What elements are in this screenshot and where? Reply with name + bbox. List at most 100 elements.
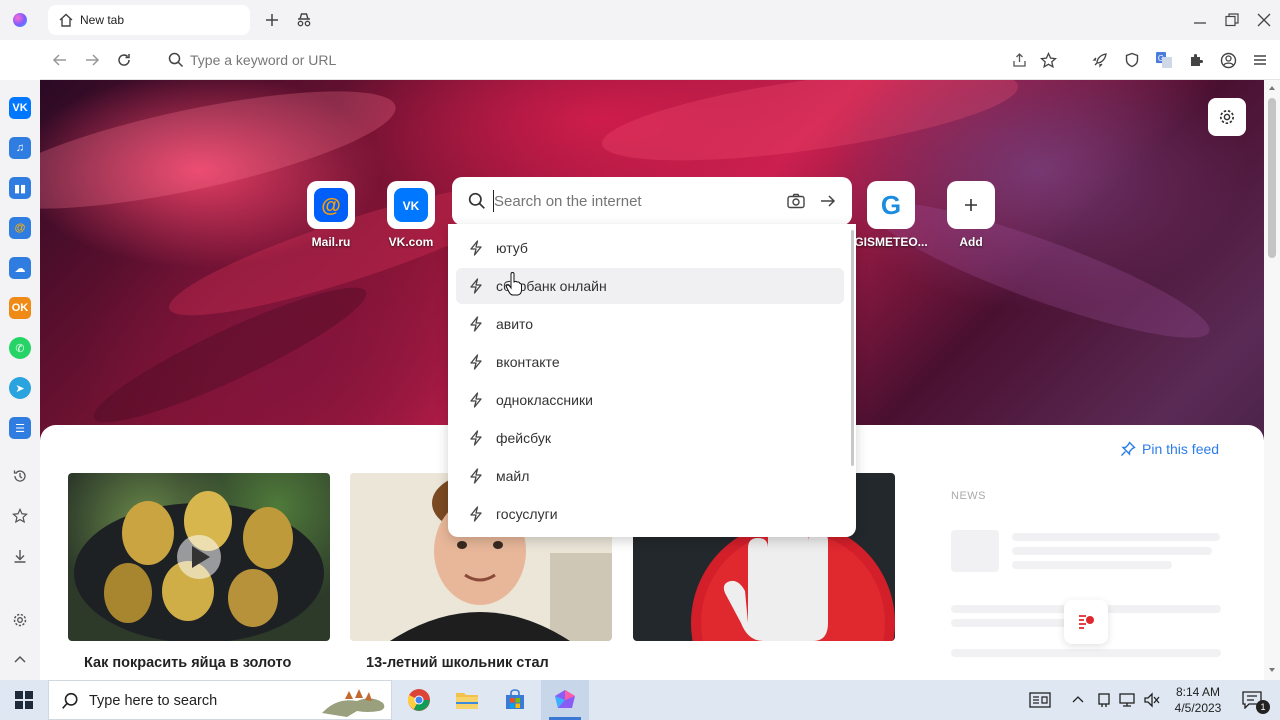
lightning-icon (470, 316, 482, 332)
forward-icon[interactable] (82, 50, 102, 70)
sidebar-mail-icon[interactable]: @ (9, 217, 31, 239)
close-icon[interactable] (1254, 10, 1274, 30)
sidebar-ok-icon[interactable]: OK (9, 297, 31, 319)
arrow-right-icon[interactable] (818, 191, 838, 211)
svg-text:@: @ (321, 195, 341, 217)
taskbar-news-icon[interactable] (1020, 680, 1060, 720)
hand-cursor-icon (505, 272, 522, 296)
news-loading-icon[interactable] (1064, 600, 1108, 644)
clock-time: 8:14 AM (1175, 685, 1221, 699)
sidebar-stats-icon[interactable]: ▮▮ (9, 177, 31, 199)
taskbar-store-icon[interactable] (491, 680, 539, 720)
taskbar-search-box[interactable]: Type here to search (48, 680, 392, 720)
tab-new-tab[interactable]: New tab (48, 5, 250, 35)
sidebar-whatsapp-icon[interactable]: ✆ (9, 337, 31, 359)
rocket-icon[interactable] (1090, 50, 1110, 70)
customize-settings-button[interactable] (1208, 98, 1246, 136)
tile-mailru[interactable]: @ Mail.ru (291, 181, 371, 251)
tile-label: Mail.ru (311, 235, 351, 249)
bookmark-star-icon[interactable] (1038, 50, 1058, 70)
search-box[interactable] (452, 177, 852, 225)
sidebar-music-icon[interactable]: ♫ (9, 137, 31, 159)
windows-start-icon[interactable] (0, 680, 48, 720)
collapse-chevron-up-icon[interactable] (10, 650, 30, 670)
lightning-icon (470, 278, 482, 294)
tile-gismeteo[interactable]: G GISMETEO... (851, 181, 931, 251)
extensions-puzzle-icon[interactable] (1186, 50, 1206, 70)
suggestion-item[interactable]: вконтакте (456, 344, 844, 380)
news-skeleton (1012, 561, 1172, 569)
suggestion-item[interactable]: фейсбук (456, 420, 844, 456)
suggestion-text: авито (496, 316, 534, 332)
tray-chevron-up-icon[interactable] (1066, 680, 1090, 720)
news-skeleton (1012, 547, 1212, 555)
pin-icon (1121, 441, 1136, 456)
news-skeleton (1012, 533, 1220, 541)
incognito-icon[interactable] (294, 10, 314, 30)
back-icon[interactable] (50, 50, 70, 70)
pin-feed-label: Pin this feed (1142, 441, 1220, 457)
suggestion-item[interactable]: авито (456, 306, 844, 342)
tray-volume-muted-icon[interactable] (1140, 680, 1164, 720)
tab-title: New tab (80, 13, 125, 27)
sidebar-list-icon[interactable]: ☰ (9, 417, 31, 439)
tray-device-icon[interactable] (1092, 680, 1116, 720)
vk-icon: VK (387, 181, 435, 229)
suggestion-item[interactable]: госуслуги (456, 496, 844, 532)
gear-icon (1219, 109, 1235, 125)
pin-feed-button[interactable]: Pin this feed (1120, 441, 1219, 457)
news-card-title: 13-летний школьник стал (366, 655, 549, 671)
windows-taskbar: Type here to search 8:14 AM 4/5/2023 1 (0, 680, 1280, 720)
translate-icon[interactable]: G (1154, 50, 1174, 70)
scroll-up-icon[interactable] (1268, 84, 1276, 92)
title-bar: New tab (0, 0, 1280, 40)
taskbar-chrome-icon[interactable] (395, 680, 443, 720)
suggestion-text: одноклассники (496, 392, 593, 408)
news-card[interactable]: Как покрасить яйца в золото (68, 473, 330, 671)
suggestions-scrollbar[interactable] (851, 230, 854, 466)
suggestion-item[interactable]: одноклассники (456, 382, 844, 418)
news-skeleton (951, 619, 1071, 627)
clock-date: 4/5/2023 (1174, 701, 1222, 715)
scrollbar-thumb[interactable] (1268, 98, 1276, 258)
downloads-icon[interactable] (10, 546, 30, 566)
taskbar-file-explorer-icon[interactable] (443, 680, 491, 720)
shield-icon[interactable] (1122, 50, 1142, 70)
browser-logo-icon[interactable] (13, 13, 27, 27)
taskbar-browser-icon[interactable] (541, 680, 589, 720)
taskbar-clock[interactable]: 8:14 AM 4/5/2023 (1172, 684, 1224, 716)
sidebar-telegram-icon[interactable]: ➤ (9, 377, 31, 399)
reload-icon[interactable] (114, 50, 134, 70)
tray-network-icon[interactable] (1116, 680, 1140, 720)
lightning-icon (470, 392, 482, 408)
settings-gear-icon[interactable] (10, 610, 30, 630)
svg-text:G: G (881, 190, 901, 220)
scroll-down-icon[interactable] (1268, 666, 1276, 674)
history-icon[interactable] (10, 466, 30, 486)
profile-icon[interactable] (1218, 50, 1238, 70)
lightning-icon (470, 430, 482, 446)
lightning-icon (470, 354, 482, 370)
tile-label: GISMETEO... (854, 235, 928, 249)
camera-search-icon[interactable] (786, 191, 806, 211)
taskbar-search-placeholder: Type here to search (89, 693, 218, 709)
address-bar[interactable]: Type a keyword or URL (168, 48, 808, 72)
menu-icon[interactable] (1250, 50, 1270, 70)
restore-icon[interactable] (1222, 10, 1242, 30)
sidebar-vk-icon[interactable]: VK (9, 97, 31, 119)
suggestion-item[interactable]: ютуб (456, 230, 844, 266)
search-input[interactable] (494, 189, 774, 213)
tile-vk[interactable]: VK VK.com (371, 181, 451, 251)
news-card-title: Как покрасить яйца в золото (84, 655, 292, 671)
minimize-icon[interactable] (1190, 10, 1210, 30)
tile-add[interactable]: Add (931, 181, 1011, 251)
notifications-icon[interactable]: 1 (1232, 680, 1272, 720)
new-tab-plus-icon[interactable] (262, 10, 282, 30)
suggestion-item[interactable]: майл (456, 458, 844, 494)
search-suggestions: ютуб сбербанк онлайн авито вконтакте одн… (448, 224, 856, 537)
page-scrollbar[interactable] (1264, 80, 1280, 680)
suggestion-text: фейсбук (496, 430, 551, 446)
sidebar-cloud-icon[interactable]: ☁ (9, 257, 31, 279)
favorites-star-icon[interactable] (10, 506, 30, 526)
share-icon[interactable] (1010, 50, 1030, 70)
